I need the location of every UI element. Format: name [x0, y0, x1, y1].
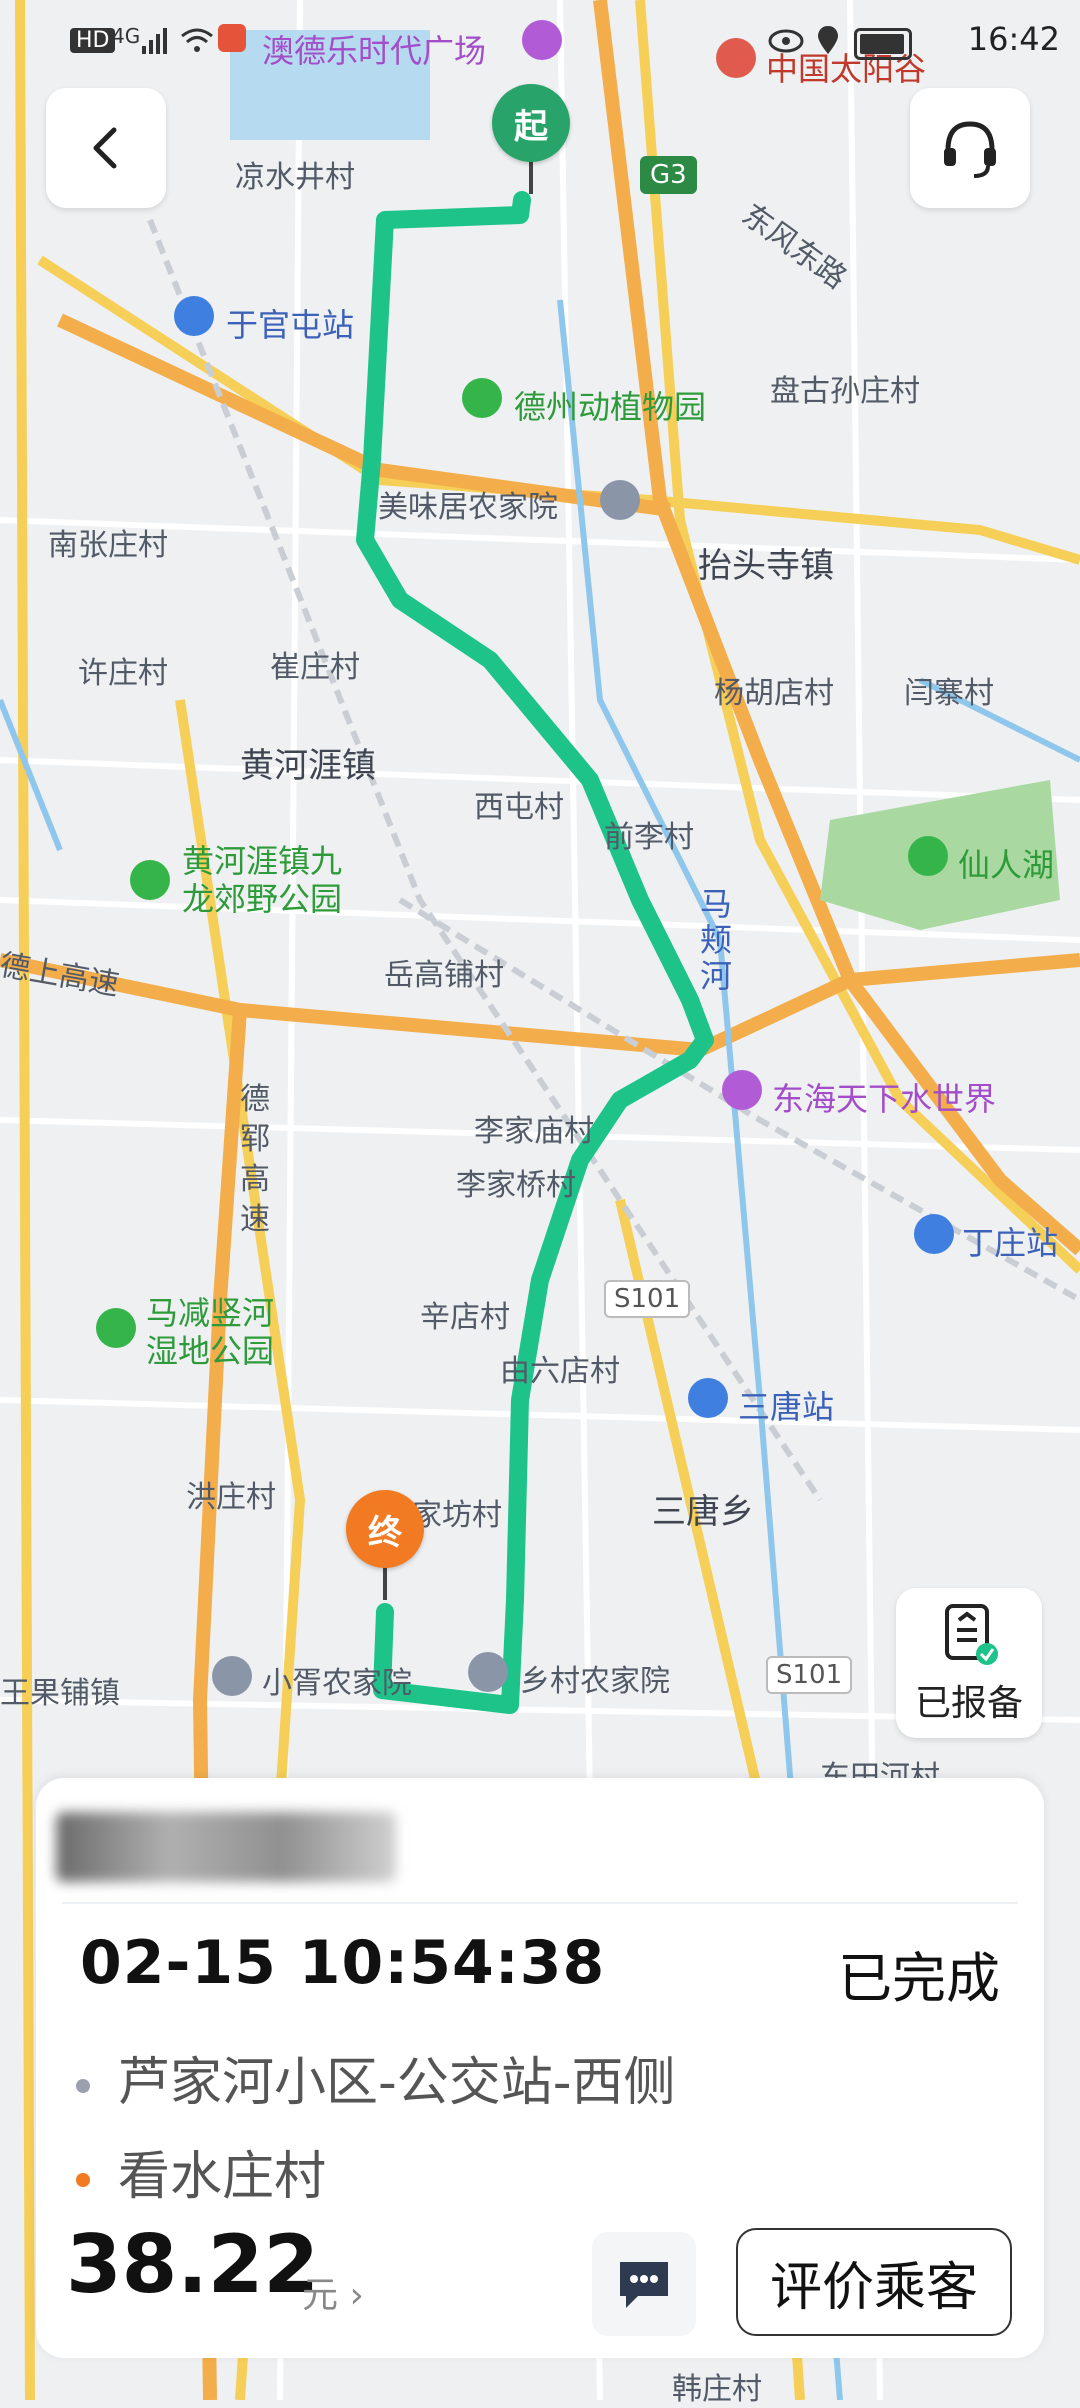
dropoff-dot-icon — [76, 2173, 90, 2187]
map-label: 岳高铺村 — [384, 958, 504, 993]
map-label: 乡村农家院 — [520, 1664, 670, 1699]
document-check-icon — [945, 1604, 998, 1665]
network-label: 4G — [112, 24, 141, 48]
poi-icon — [212, 1656, 252, 1696]
map-label: 盘古孙庄村 — [770, 374, 920, 409]
poi-icon — [96, 1308, 136, 1348]
map-label: 杨胡店村 — [714, 676, 834, 711]
map-label: 前李村 — [604, 820, 694, 855]
end-marker-stem — [383, 1566, 387, 1600]
map-label: 家坊村 — [412, 1498, 502, 1533]
pickup-dot-icon — [76, 2079, 90, 2093]
map-label: 西屯村 — [474, 790, 564, 825]
poi-icon — [908, 836, 948, 876]
map-label: 德郓高速 — [240, 1082, 270, 1237]
trip-status: 已完成 — [838, 1947, 1000, 2010]
poi-label: 仙人湖 — [958, 846, 1055, 884]
wifi-icon — [180, 26, 214, 60]
poi-icon — [468, 1652, 508, 1692]
poi-icon — [462, 378, 502, 418]
station-icon — [174, 296, 214, 336]
customer-service-button[interactable] — [910, 88, 1030, 208]
map-label: 于官屯站 — [226, 306, 355, 344]
map-label: 洪庄村 — [186, 1480, 276, 1515]
map-label: 李家庙村 — [474, 1114, 594, 1149]
map-label: 王果铺镇 — [0, 1676, 120, 1711]
map-label: 闫寨村 — [904, 676, 994, 711]
map-label: 凉水井村 — [235, 160, 355, 195]
road-shield: S101 — [604, 1280, 691, 1318]
eye-icon — [768, 28, 804, 58]
map-label: 李家桥村 — [456, 1168, 576, 1203]
map-label: 崔庄村 — [270, 650, 360, 685]
station-icon — [914, 1214, 954, 1254]
trip-datetime: 02-15 10:54:38 — [80, 1928, 606, 1998]
hd-icon: HD — [70, 28, 116, 53]
headset-icon — [944, 121, 996, 178]
dropoff-row: 看水庄村 — [76, 2134, 326, 2209]
pickup-row: 芦家河小区-公交站-西侧 — [76, 2040, 676, 2115]
message-button[interactable] — [592, 2232, 696, 2336]
divider — [62, 1902, 1018, 1904]
poi-icon — [600, 480, 640, 520]
map-label: 黄河涯镇 — [240, 746, 376, 786]
battery-icon — [854, 28, 912, 60]
rate-passenger-button[interactable]: 评价乘客 — [736, 2228, 1012, 2336]
chevron-left-icon — [93, 127, 117, 169]
end-marker[interactable]: 终 — [346, 1490, 424, 1568]
map-label: 辛店村 — [420, 1300, 510, 1335]
poi-label: 马减竖河湿地公园 — [146, 1294, 275, 1370]
back-button[interactable] — [46, 88, 166, 208]
reported-widget[interactable]: 已报备 — [896, 1588, 1042, 1738]
road-shield: S101 — [766, 1656, 853, 1694]
map-label: 三唐乡 — [652, 1492, 754, 1532]
map-label: 丁庄站 — [962, 1224, 1059, 1262]
map-label: 南张庄村 — [48, 528, 168, 563]
map-label: 三唐站 — [738, 1388, 835, 1426]
poi-label: 黄河涯镇九龙郊野公园 — [182, 842, 343, 918]
fare-unit[interactable]: 元 › — [302, 2266, 364, 2318]
masked-plate — [56, 1812, 396, 1882]
road-shield: G3 — [640, 156, 697, 194]
poi-icon — [130, 860, 170, 900]
chat-bubble-icon — [620, 2262, 668, 2308]
reported-label: 已报备 — [914, 1683, 1023, 1724]
station-icon — [688, 1378, 728, 1418]
bottom-map-strip — [0, 2370, 1080, 2400]
poi-icon — [722, 1070, 762, 1110]
status-bar: HD 4G 16:42 — [0, 20, 1080, 70]
location-icon — [816, 24, 840, 60]
start-marker-stem — [529, 160, 533, 194]
status-time: 16:42 — [967, 20, 1060, 58]
signal-icon — [140, 26, 170, 60]
poi-label: 德州动植物园 — [514, 388, 707, 426]
map-label: 抬头寺镇 — [698, 546, 834, 586]
trip-card: 02-15 10:54:38 已完成 芦家河小区-公交站-西侧 看水庄村 38.… — [36, 1778, 1044, 2358]
app-notification-icon — [218, 24, 246, 52]
map-label: 小胥农家院 — [262, 1666, 412, 1701]
poi-label: 东海天下水世界 — [772, 1080, 997, 1118]
pickup-address: 芦家河小区-公交站-西侧 — [118, 2053, 676, 2113]
map-label: 由六店村 — [500, 1354, 620, 1389]
map-label: 许庄村 — [78, 656, 168, 691]
fare-amount[interactable]: 38.22 — [66, 2218, 319, 2311]
map-label: 美味居农家院 — [378, 490, 558, 525]
start-marker[interactable]: 起 — [492, 84, 570, 162]
dropoff-address: 看水庄村 — [118, 2147, 327, 2207]
map-label: 马颊河 — [700, 885, 733, 995]
